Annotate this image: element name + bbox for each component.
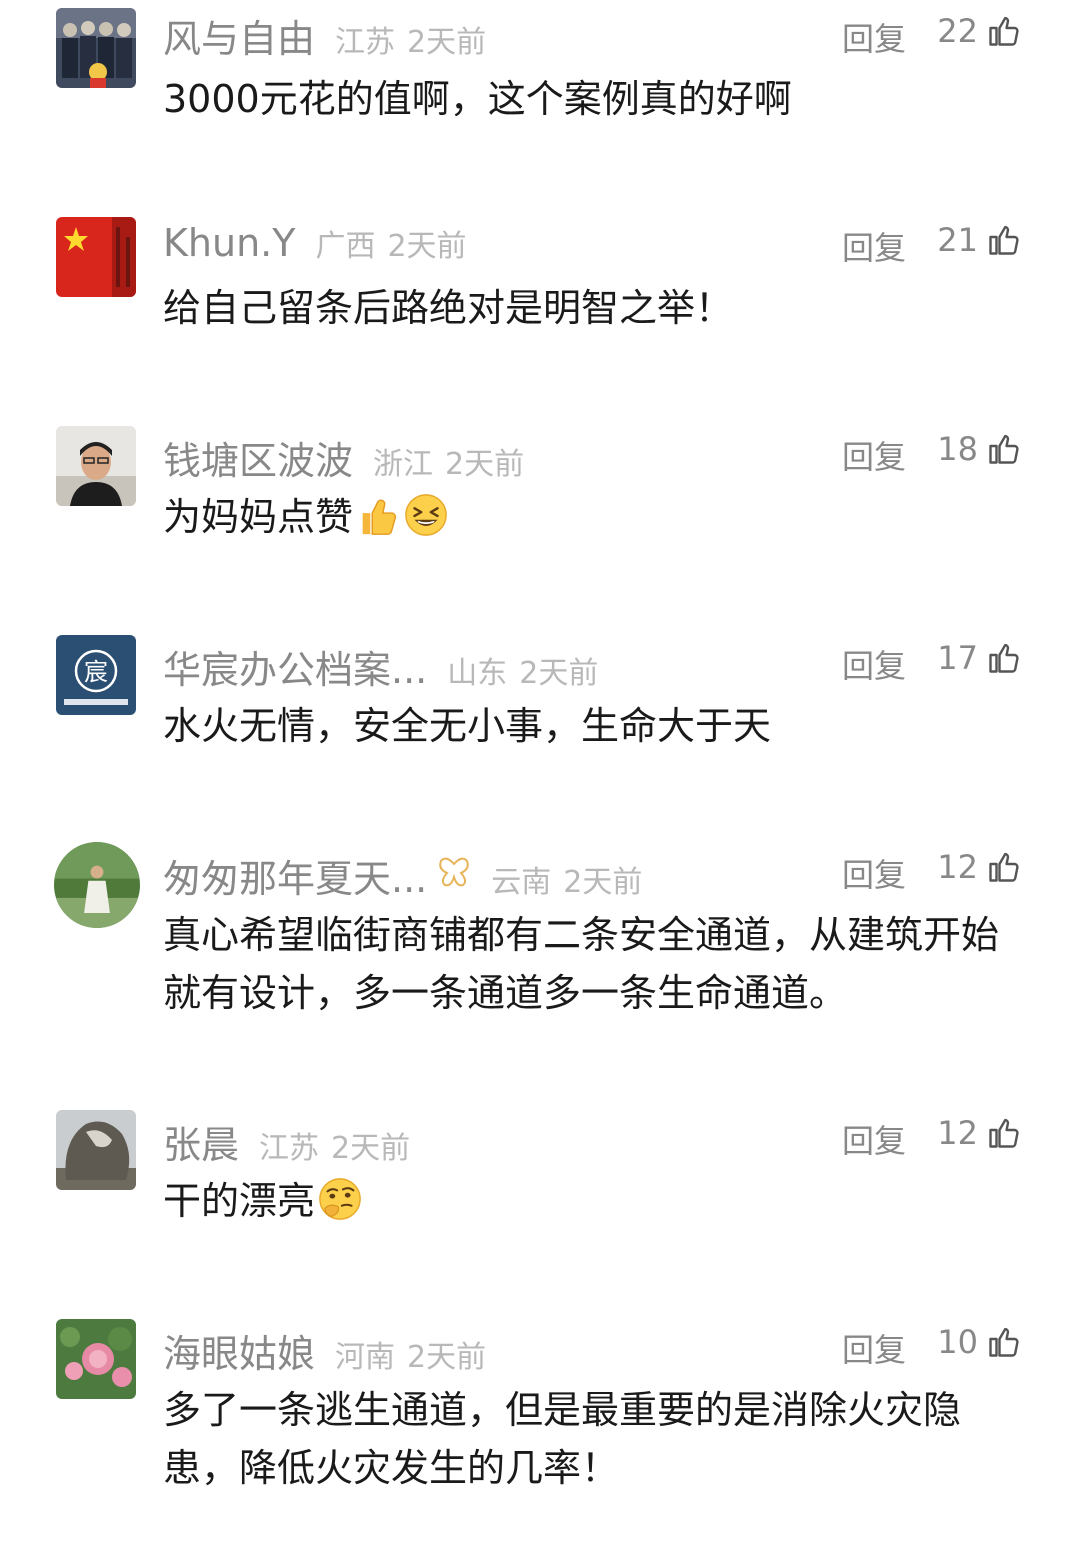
like-count: 12 — [937, 848, 978, 886]
avatar-logo-text: 宸 — [84, 658, 108, 686]
comment-meta: 华宸办公档案... 山东 2天前 — [163, 639, 598, 692]
comment-text: 多了一条逃生通道，但是最重要的是消除火灾隐患，降低火灾发生的几率！ — [163, 1388, 962, 1490]
reply-button[interactable]: 回复 — [842, 850, 906, 896]
username[interactable]: 张晨 — [163, 1114, 239, 1169]
comment-text: 真心希望临街商铺都有二条安全通道，从建筑开始就有设计，多一条通道多一条生命通道。 — [163, 913, 1000, 1015]
timestamp: 2天前 — [407, 25, 487, 60]
like-button[interactable]: 10 — [937, 1323, 1022, 1361]
comment-body: 干的漂亮 — [163, 1172, 1023, 1230]
thumbs-up-icon — [989, 16, 1019, 46]
thumbs-up-emoji — [362, 499, 397, 535]
grinning-squint-emoji — [405, 494, 447, 536]
avatar[interactable] — [54, 842, 140, 928]
thumbs-up-icon — [989, 643, 1019, 673]
thumbs-up-icon — [989, 1118, 1019, 1148]
thumbs-up-icon — [989, 434, 1019, 464]
username[interactable]: 匆匆那年夏天... — [163, 848, 427, 903]
location: 云南 — [491, 865, 552, 900]
comment-meta: 海眼姑娘 河南 2天前 — [163, 1323, 486, 1376]
like-count: 12 — [937, 1114, 978, 1152]
reply-button[interactable]: 回复 — [842, 1116, 906, 1162]
reply-button[interactable]: 回复 — [842, 223, 906, 269]
like-button[interactable]: 22 — [937, 12, 1022, 50]
comment-meta: 风与自由 江苏 2天前 — [163, 8, 486, 61]
avatar-image — [56, 1319, 136, 1399]
like-count: 18 — [937, 430, 978, 468]
avatar-image — [56, 8, 136, 88]
avatar[interactable] — [56, 8, 136, 88]
reply-button[interactable]: 回复 — [842, 641, 906, 687]
username[interactable]: Khun.Y — [163, 221, 295, 265]
thumbs-up-icon — [989, 852, 1019, 882]
reply-button[interactable]: 回复 — [842, 1325, 906, 1371]
like-count: 22 — [937, 12, 978, 50]
avatar[interactable] — [56, 217, 136, 297]
like-button[interactable]: 12 — [937, 848, 1022, 886]
username[interactable]: 风与自由 — [163, 8, 315, 63]
thumbs-up-icon — [989, 1327, 1019, 1357]
username[interactable]: 华宸办公档案... — [163, 639, 427, 694]
avatar[interactable] — [56, 426, 136, 506]
avatar[interactable] — [56, 1110, 136, 1190]
location: 河南 — [335, 1340, 396, 1375]
location: 山东 — [447, 656, 508, 691]
timestamp: 2天前 — [445, 447, 525, 482]
comment-meta: 张晨 江苏 2天前 — [163, 1114, 410, 1167]
like-count: 21 — [937, 221, 978, 259]
username[interactable]: 钱塘区波波 — [163, 430, 353, 485]
like-count: 17 — [937, 639, 978, 677]
like-button[interactable]: 21 — [937, 221, 1022, 259]
comment-meta: Khun.Y 广西 2天前 — [163, 221, 467, 269]
like-button[interactable]: 18 — [937, 430, 1022, 468]
avatar-image — [56, 426, 136, 506]
thinking-face-emoji — [319, 1178, 361, 1220]
timestamp: 2天前 — [519, 656, 599, 691]
comment-text: 3000元花的值啊，这个案例真的好啊 — [163, 77, 792, 121]
thumbs-up-icon — [989, 225, 1019, 255]
avatar-image: 宸 — [56, 635, 136, 715]
avatar-image — [56, 217, 136, 297]
avatar-image — [54, 842, 140, 928]
username[interactable]: 海眼姑娘 — [163, 1323, 315, 1378]
comment-meta: 钱塘区波波 浙江 2天前 — [163, 430, 524, 483]
like-button[interactable]: 12 — [937, 1114, 1022, 1152]
timestamp: 2天前 — [387, 229, 467, 264]
comment-text: 给自己留条后路绝对是明智之举！ — [163, 286, 734, 330]
comment-body: 为妈妈点赞 — [163, 488, 1023, 546]
avatar[interactable] — [56, 1319, 136, 1399]
avatar-image — [56, 1110, 136, 1190]
avatar[interactable]: 宸 — [56, 635, 136, 715]
timestamp: 2天前 — [407, 1340, 487, 1375]
location: 江苏 — [335, 25, 396, 60]
butterfly-icon — [439, 857, 469, 887]
reply-button[interactable]: 回复 — [842, 432, 906, 478]
timestamp: 2天前 — [331, 1131, 411, 1166]
comment-text: 为妈妈点赞 — [163, 495, 354, 539]
location: 江苏 — [259, 1131, 320, 1166]
comment-meta: 匆匆那年夏天... 云南 2天前 — [163, 848, 642, 901]
comment-text: 干的漂亮 — [163, 1179, 316, 1223]
location: 广西 — [315, 229, 376, 264]
like-button[interactable]: 17 — [937, 639, 1022, 677]
timestamp: 2天前 — [563, 865, 643, 900]
reply-button[interactable]: 回复 — [842, 14, 906, 60]
location: 浙江 — [373, 447, 434, 482]
like-count: 10 — [937, 1323, 978, 1361]
comment-text: 水火无情，安全无小事，生命大于天 — [163, 704, 772, 748]
